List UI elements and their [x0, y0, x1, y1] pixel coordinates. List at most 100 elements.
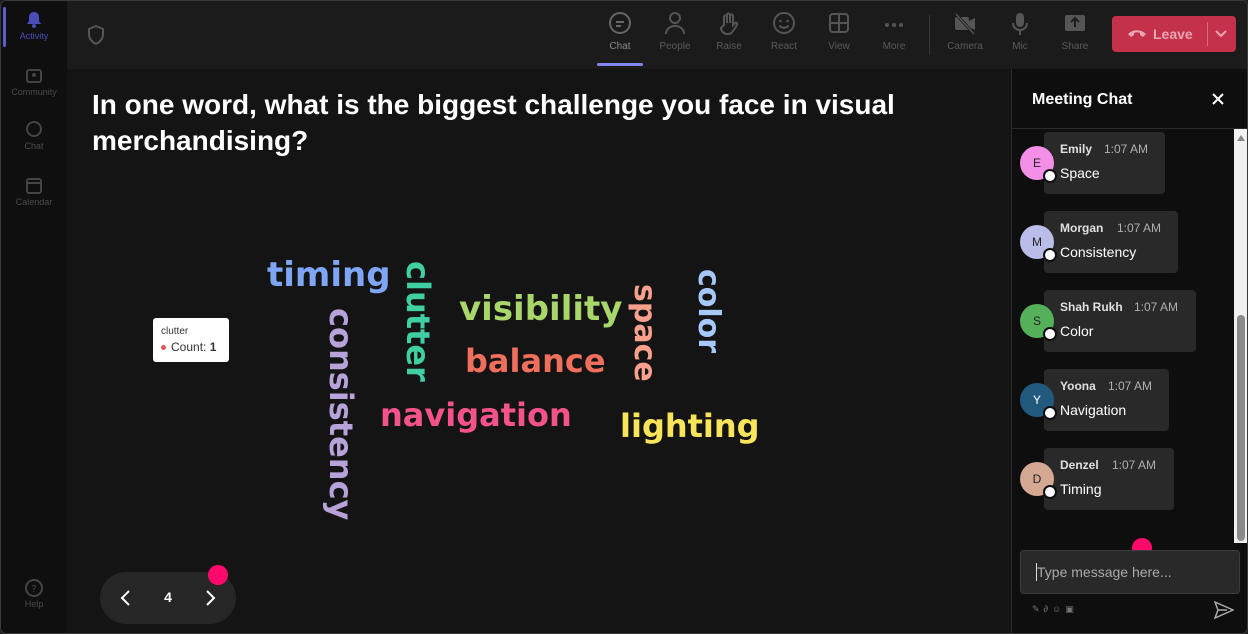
toolbar-chat-button[interactable]: Chat — [595, 11, 645, 52]
gif-icon[interactable]: ▣ — [1065, 604, 1078, 614]
message-time: 1:07 AM — [1117, 221, 1162, 235]
camera-off-icon — [954, 12, 976, 36]
message-bubble: Emily 1:07 AM Space — [1044, 132, 1165, 194]
poll-question: In one word, what is the biggest challen… — [92, 89, 895, 156]
emoji-icon[interactable]: ☺ — [1052, 604, 1065, 614]
rail-item-activity[interactable]: Activity — [1, 11, 67, 41]
rail-item-chat[interactable]: Chat — [1, 121, 67, 151]
toolbar-separator — [929, 15, 930, 55]
help-icon: ? — [25, 579, 43, 597]
rail-item-calendar[interactable]: Calendar — [1, 177, 67, 207]
chevron-left-icon[interactable] — [116, 588, 136, 608]
toolbar-view-button[interactable]: View — [814, 11, 864, 52]
close-icon[interactable] — [1208, 89, 1228, 109]
word-navigation[interactable]: navigation — [380, 399, 572, 431]
message-bubble: Yoona 1:07 AM Navigation — [1044, 369, 1169, 431]
scroll-down-icon[interactable] — [1237, 531, 1245, 537]
toolbar-share-button[interactable]: Share — [1050, 11, 1100, 52]
grid-icon — [829, 13, 849, 33]
toolbar-label: More — [882, 41, 906, 52]
message-text: Timing — [1060, 481, 1102, 497]
rail-item-community[interactable]: Community — [1, 67, 67, 97]
word-balance[interactable]: balance — [465, 345, 606, 377]
message-author: Morgan — [1060, 221, 1104, 235]
people-icon — [665, 12, 685, 35]
presence-icon — [1043, 485, 1057, 499]
toolbar-mic-button[interactable]: Mic — [995, 11, 1045, 52]
toolbar-more-button[interactable]: More — [869, 11, 919, 52]
community-icon — [26, 69, 42, 83]
chat-icon — [26, 121, 42, 137]
toolbar-label: React — [770, 41, 798, 52]
chevron-down-icon[interactable] — [1215, 30, 1227, 38]
tooltip-count-value: 1 — [209, 340, 217, 354]
message-bubble: Morgan 1:07 AM Consistency — [1044, 211, 1178, 273]
toolbar-label: Raise — [716, 41, 742, 52]
message-input[interactable]: Type message here... — [1020, 550, 1240, 594]
toolbar-label: Chat — [609, 41, 631, 52]
tooltip-count: Count: 1 — [161, 340, 216, 354]
toolbar-people-button[interactable]: People — [650, 11, 700, 52]
presentation-area: In one word, what is the biggest challen… — [67, 69, 1011, 633]
message-text: Consistency — [1060, 244, 1137, 260]
presence-icon — [1043, 248, 1057, 262]
toolbar-camera-button[interactable]: Camera — [940, 11, 990, 52]
tooltip-word: clutter — [161, 326, 189, 337]
send-icon[interactable] — [1214, 601, 1234, 619]
toolbar-raise-button[interactable]: Raise — [704, 11, 754, 52]
toolbar-react-button[interactable]: React — [759, 11, 809, 52]
message-author: Shah Rukh — [1060, 300, 1123, 314]
message-author: Emily — [1060, 142, 1093, 156]
message-time: 1:07 AM — [1104, 142, 1149, 156]
chat-panel: Meeting Chat Emily 1:07 AM Space E Morga… — [1011, 69, 1247, 633]
meeting-toolbar: Chat People Raise React View More Camera — [67, 1, 1247, 69]
presence-icon — [1043, 327, 1057, 341]
phone-hangup-icon — [1128, 30, 1146, 37]
message-text: Navigation — [1060, 402, 1127, 418]
word-color[interactable]: color — [691, 269, 726, 353]
word-lighting[interactable]: lighting — [620, 410, 760, 442]
word-space[interactable]: space — [627, 284, 662, 382]
toolbar-label: View — [828, 41, 850, 52]
leave-button[interactable]: Leave — [1112, 16, 1236, 52]
chevron-right-icon[interactable] — [200, 588, 220, 608]
message-text: Space — [1060, 165, 1100, 181]
word-timing[interactable]: timing — [267, 258, 391, 292]
presence-icon — [1043, 406, 1057, 420]
message-bubble: Shah Rukh 1:07 AM Color — [1044, 290, 1196, 352]
word-visibility[interactable]: visibility — [459, 292, 622, 326]
message-time: 1:07 AM — [1108, 379, 1153, 393]
message-author: Denzel — [1060, 458, 1099, 472]
word-consistency[interactable]: consistency — [322, 308, 360, 520]
app-rail: Activity Community Chat Calendar ? Help — [1, 1, 67, 633]
bell-icon — [27, 12, 41, 28]
share-icon — [1065, 15, 1085, 31]
rail-item-help[interactable]: ? Help — [1, 579, 67, 609]
toolbar-label: Share — [1061, 41, 1089, 52]
leave-divider — [1207, 22, 1208, 46]
tooltip-count-label: Count: — [171, 340, 207, 354]
calendar-icon — [26, 178, 42, 194]
series-dot-icon — [161, 345, 166, 351]
word-clutter[interactable]: clutter — [399, 261, 437, 382]
rail-item-label: Chat — [24, 141, 44, 151]
word-tooltip: clutter Count: 1 — [153, 318, 229, 362]
message-bubble: Denzel 1:07 AM Timing — [1044, 448, 1174, 510]
shield-icon[interactable] — [87, 25, 105, 45]
scroll-thumb[interactable] — [1237, 315, 1245, 541]
format-icon[interactable]: ✎ — [1032, 604, 1044, 614]
toolbar-label: Camera — [947, 41, 983, 52]
message-list: Emily 1:07 AM Space E Morgan 1:07 AM Con… — [1012, 129, 1234, 543]
scroll-up-icon[interactable] — [1237, 135, 1245, 141]
leave-label: Leave — [1153, 26, 1193, 42]
hand-icon — [719, 12, 739, 35]
attach-icon[interactable]: ∂ — [1044, 604, 1052, 614]
notification-dot — [208, 565, 228, 585]
more-icon — [885, 23, 903, 27]
chat-title: Meeting Chat — [1032, 91, 1133, 108]
meeting-window: Activity Community Chat Calendar ? Help … — [0, 0, 1248, 634]
active-tab-indicator — [597, 63, 643, 66]
chat-scrollbar[interactable] — [1234, 129, 1247, 543]
presence-icon — [1043, 169, 1057, 183]
rail-item-label: Activity — [19, 31, 49, 41]
